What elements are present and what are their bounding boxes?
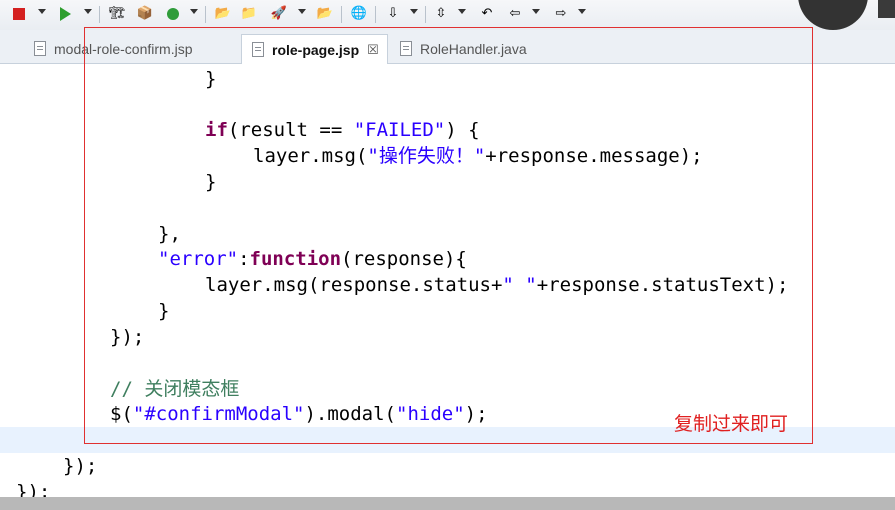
rocket-icon[interactable]: 🚀 (270, 5, 288, 23)
code-line: // 关闭模态框 (110, 378, 240, 400)
jsp-file-icon (252, 42, 264, 57)
jsp-file-icon (34, 41, 46, 56)
code-line: } (158, 300, 170, 322)
toolbar-separator (99, 6, 100, 23)
back-history-icon[interactable]: ↶ (478, 5, 496, 23)
stop-icon[interactable] (10, 5, 28, 23)
code-line: layer.msg("操作失败！"+response.message); (253, 145, 703, 167)
package-icon[interactable]: 📦 (136, 5, 154, 23)
tab-label: modal-role-confirm.jsp (54, 40, 193, 57)
build-icon[interactable]: 🏗 (108, 5, 126, 23)
editor-tab-bar: modal-role-confirm.jsp role-page.jsp ☒ R… (0, 30, 895, 64)
globe-icon[interactable]: 🌐 (350, 5, 368, 23)
tab-role-page[interactable]: role-page.jsp ☒ (241, 34, 388, 64)
code-line: layer.msg(response.status+" "+response.s… (205, 274, 789, 296)
tab-rolehandler[interactable]: RoleHandler.java (400, 34, 527, 63)
chevron-down-icon[interactable] (38, 9, 46, 14)
annotation-text: 复制过来即可 (674, 413, 789, 435)
download-icon[interactable]: ⇩ (384, 5, 402, 23)
refresh-icon[interactable] (164, 5, 182, 23)
open-file-icon[interactable]: 📂 (316, 5, 334, 23)
code-line: $("#confirmModal").modal("hide"); (110, 403, 488, 425)
toolbar: 🏗 📦 📂 📁 🚀 📂 🌐 ⇩ ⇳ ↶ ⇦ ⇨ (0, 0, 895, 30)
chevron-down-icon[interactable] (458, 9, 466, 14)
chevron-down-icon[interactable] (84, 9, 92, 14)
folder-icon[interactable]: 📁 (240, 5, 258, 23)
code-line: "error":function(response){ (158, 248, 467, 270)
chevron-down-icon[interactable] (410, 9, 418, 14)
open-folder-icon[interactable]: 📂 (214, 5, 232, 23)
corner-overlay (878, 0, 895, 18)
code-line: } (205, 68, 217, 90)
code-line: } (205, 171, 217, 193)
close-icon[interactable]: ☒ (367, 42, 379, 58)
chevron-down-icon[interactable] (190, 9, 198, 14)
back-arrow-icon[interactable]: ⇦ (506, 5, 524, 23)
webcam-overlay (798, 0, 868, 30)
forward-arrow-icon[interactable]: ⇨ (552, 5, 570, 23)
tab-modal-role-confirm[interactable]: modal-role-confirm.jsp (34, 34, 192, 63)
toolbar-separator (425, 6, 426, 23)
toolbar-separator (205, 6, 206, 23)
code-line: }); (63, 455, 98, 477)
code-line: if(result == "FAILED") { (205, 119, 480, 141)
code-line: }); (110, 326, 145, 348)
horizontal-scrollbar[interactable] (0, 497, 895, 510)
toolbar-separator (341, 6, 342, 23)
run-icon[interactable] (56, 5, 74, 23)
chevron-down-icon[interactable] (532, 9, 540, 14)
java-file-icon (400, 41, 412, 56)
chevron-down-icon[interactable] (578, 9, 586, 14)
toolbar-separator (375, 6, 376, 23)
chevron-down-icon[interactable] (298, 9, 306, 14)
tab-label: RoleHandler.java (420, 40, 527, 57)
tab-label: role-page.jsp (272, 41, 360, 58)
pin-icon[interactable]: ⇳ (432, 5, 450, 23)
code-line: }, (158, 223, 181, 245)
